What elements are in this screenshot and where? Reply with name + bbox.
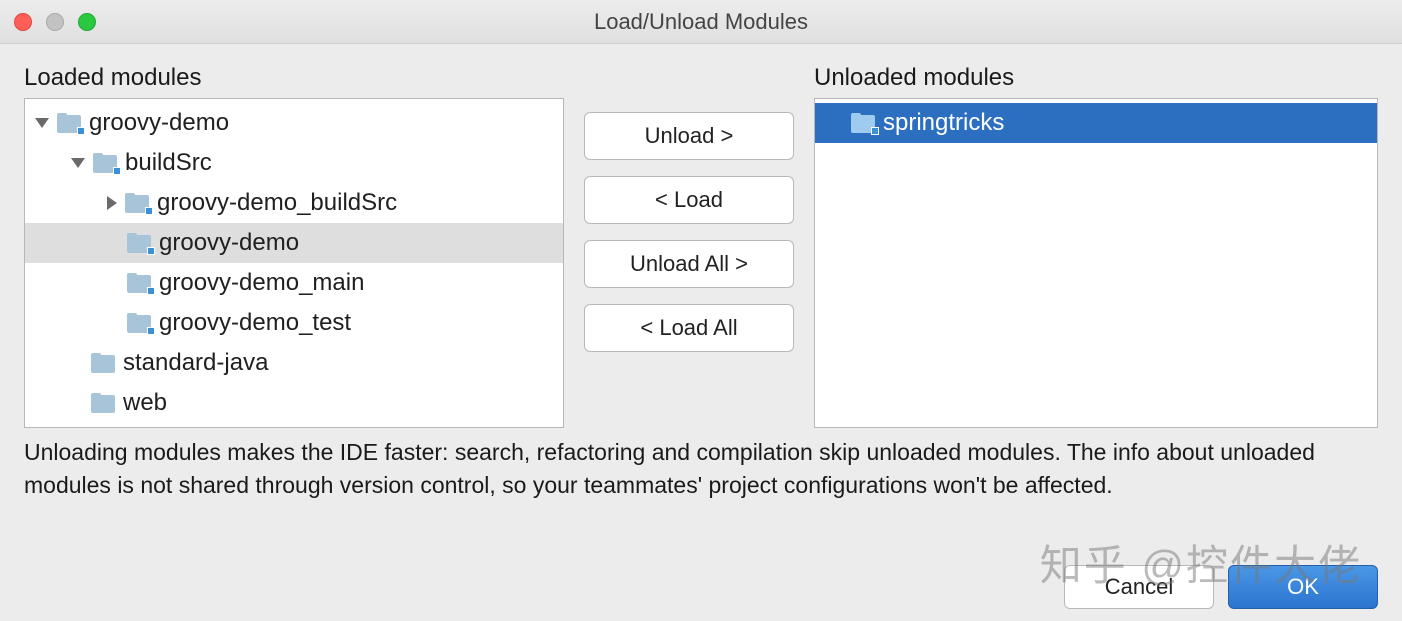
- zoom-icon[interactable]: [78, 13, 96, 31]
- tree-row-groovy-demo-main[interactable]: groovy-demo_main: [25, 263, 563, 303]
- load-button[interactable]: < Load: [584, 176, 794, 224]
- folder-icon: [91, 353, 117, 373]
- tree-item-label: standard-java: [123, 349, 268, 377]
- help-text: Unloading modules makes the IDE faster: …: [24, 436, 1374, 503]
- module-folder-icon: [127, 313, 153, 333]
- chevron-down-icon[interactable]: [35, 118, 49, 128]
- chevron-down-icon[interactable]: [71, 158, 85, 168]
- module-folder-icon: [125, 193, 151, 213]
- tree-row-web[interactable]: web: [25, 383, 563, 423]
- window-title: Load/Unload Modules: [0, 9, 1402, 35]
- loaded-panel: Loaded modules groovy-demo buildSrc: [24, 64, 564, 428]
- module-folder-icon: [93, 153, 119, 173]
- module-folder-icon: [851, 113, 877, 133]
- dialog-window: Load/Unload Modules Loaded modules groov…: [0, 0, 1402, 621]
- tree-item-label: springtricks: [883, 109, 1004, 137]
- folder-icon: [91, 393, 117, 413]
- titlebar[interactable]: Load/Unload Modules: [0, 0, 1402, 44]
- dialog-content: Loaded modules groovy-demo buildSrc: [0, 44, 1402, 621]
- ok-button[interactable]: OK: [1228, 565, 1378, 609]
- tree-row-springtricks[interactable]: springtricks: [815, 103, 1377, 143]
- unloaded-tree[interactable]: springtricks: [814, 98, 1378, 428]
- transfer-buttons: Unload > < Load Unload All > < Load All: [584, 64, 794, 352]
- cancel-button[interactable]: Cancel: [1064, 565, 1214, 609]
- panels-row: Loaded modules groovy-demo buildSrc: [24, 64, 1378, 424]
- module-folder-icon: [57, 113, 83, 133]
- tree-item-label: groovy-demo: [89, 109, 229, 137]
- tree-row-buildsrc-child[interactable]: groovy-demo_buildSrc: [25, 183, 563, 223]
- load-all-button[interactable]: < Load All: [584, 304, 794, 352]
- tree-row-groovy-demo[interactable]: groovy-demo: [25, 223, 563, 263]
- loaded-tree[interactable]: groovy-demo buildSrc groovy-demo_buildSr…: [24, 98, 564, 428]
- unloaded-label: Unloaded modules: [814, 64, 1378, 92]
- tree-item-label: buildSrc: [125, 149, 212, 177]
- tree-item-label: web: [123, 389, 167, 417]
- close-icon[interactable]: [14, 13, 32, 31]
- unloaded-panel: Unloaded modules springtricks: [814, 64, 1378, 428]
- dialog-footer: Cancel OK: [24, 549, 1378, 609]
- tree-item-label: groovy-demo_main: [159, 269, 364, 297]
- tree-row-standard-java[interactable]: standard-java: [25, 343, 563, 383]
- unload-all-button[interactable]: Unload All >: [584, 240, 794, 288]
- unload-button[interactable]: Unload >: [584, 112, 794, 160]
- tree-item-label: groovy-demo_test: [159, 309, 351, 337]
- loaded-label: Loaded modules: [24, 64, 564, 92]
- chevron-right-icon[interactable]: [107, 196, 117, 210]
- tree-item-label: groovy-demo: [159, 229, 299, 257]
- tree-row-buildsrc[interactable]: buildSrc: [25, 143, 563, 183]
- tree-row-root[interactable]: groovy-demo: [25, 103, 563, 143]
- module-folder-icon: [127, 273, 153, 293]
- traffic-lights: [14, 13, 96, 31]
- tree-row-groovy-demo-test[interactable]: groovy-demo_test: [25, 303, 563, 343]
- minimize-icon: [46, 13, 64, 31]
- tree-item-label: groovy-demo_buildSrc: [157, 189, 397, 217]
- module-folder-icon: [127, 233, 153, 253]
